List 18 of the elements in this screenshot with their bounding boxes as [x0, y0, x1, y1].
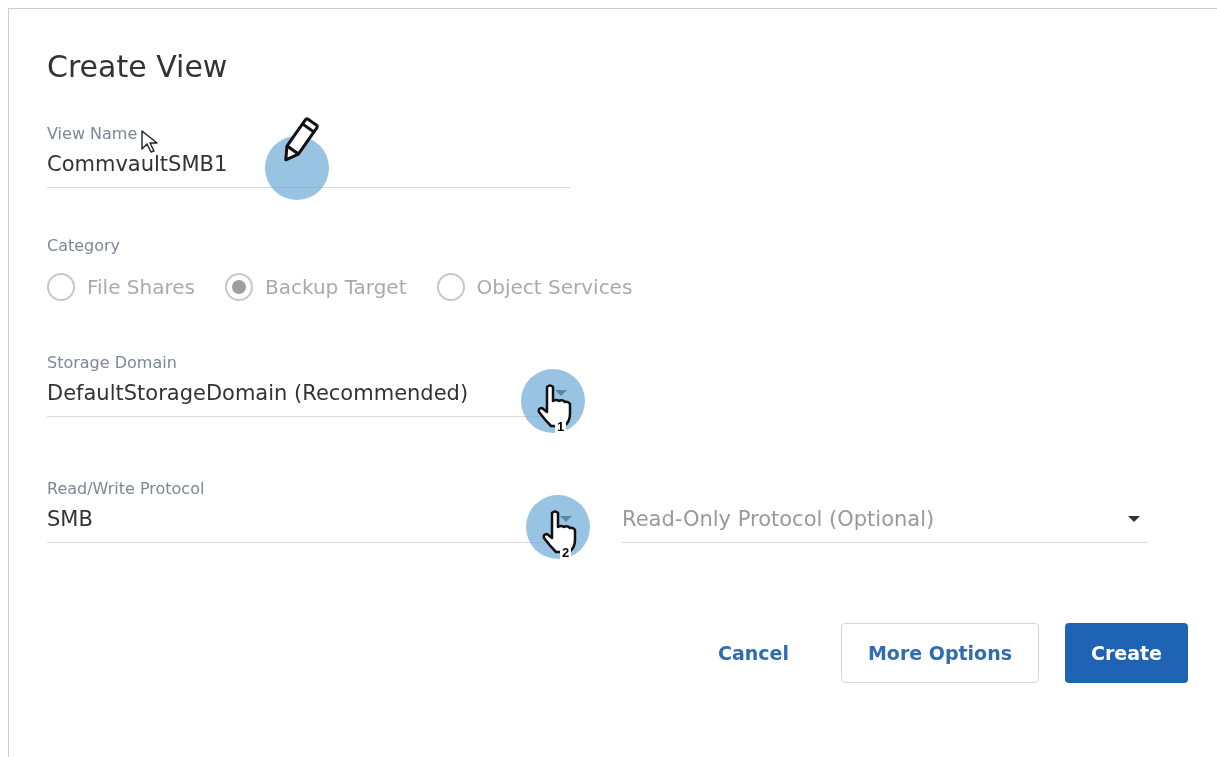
group-label: Category	[47, 236, 121, 255]
field-value: CommvaultSMB1	[47, 152, 228, 176]
radio-label: Object Services	[476, 275, 633, 299]
caret-icon[interactable]	[1128, 516, 1140, 522]
field-label: Read/Write Protocol	[47, 479, 205, 498]
field-placeholder: Read-Only Protocol (Optional)	[622, 507, 935, 531]
field-label: View Name	[47, 124, 138, 143]
radio-label: Backup Target	[264, 275, 407, 299]
step-number: 2	[560, 545, 572, 560]
field-value: DefaultStorageDomain (Recommended)	[47, 381, 469, 405]
step-number: 1	[555, 419, 567, 434]
field-value: SMB	[47, 507, 93, 531]
create-button[interactable]: Create	[1065, 623, 1188, 683]
dialog-title: Create View	[47, 49, 229, 84]
radio-label: File Shares	[87, 275, 195, 299]
field-label: Storage Domain	[47, 353, 177, 372]
cancel-button[interactable]: Cancel	[691, 623, 815, 683]
options-button[interactable]: More Options	[840, 623, 1039, 683]
